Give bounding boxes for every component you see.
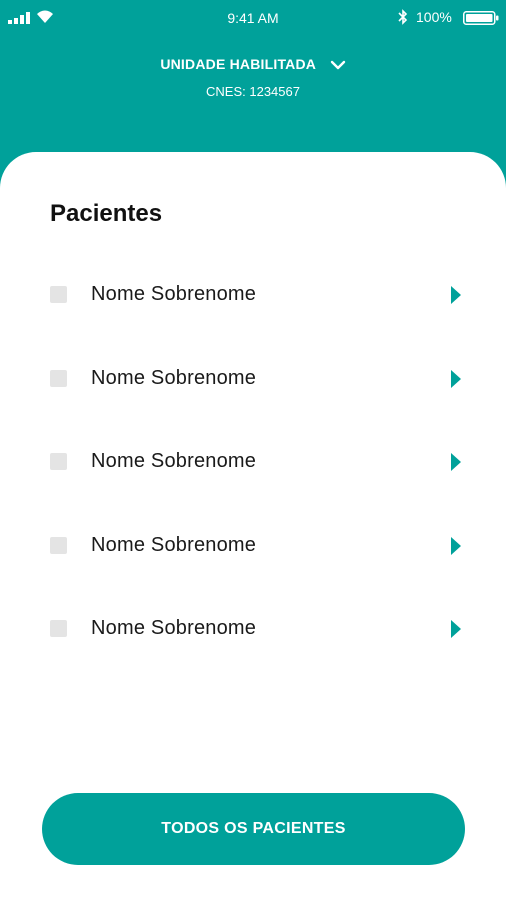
- patient-checkbox[interactable]: [50, 369, 67, 387]
- all-patients-button[interactable]: TODOS OS PACIENTES: [42, 793, 465, 865]
- patient-row[interactable]: Nome Sobrenome: [0, 587, 506, 671]
- chevron-right-icon[interactable]: [451, 369, 461, 388]
- unit-selector[interactable]: UNIDADE HABILITADA: [0, 56, 506, 72]
- patient-checkbox[interactable]: [50, 286, 67, 303]
- battery-percent: 100%: [416, 9, 452, 25]
- battery-icon: [463, 11, 499, 25]
- patient-row[interactable]: Nome Sobrenome: [0, 337, 506, 421]
- patient-name: Nome Sobrenome: [91, 450, 257, 473]
- patient-name: Nome Sobrenome: [91, 283, 257, 305]
- chevron-right-icon[interactable]: [451, 536, 461, 555]
- patient-name: Nome Sobrenome: [91, 366, 257, 389]
- patient-checkbox[interactable]: [50, 453, 67, 471]
- patient-checkbox[interactable]: [50, 536, 67, 554]
- patient-name: Nome Sobrenome: [91, 617, 257, 640]
- cnes-code: CNES: 1234567: [206, 84, 300, 99]
- patient-checkbox[interactable]: [50, 620, 67, 638]
- patient-name: Nome Sobrenome: [91, 533, 257, 556]
- patient-row[interactable]: Nome Sobrenome: [0, 420, 506, 504]
- page-title: Pacientes: [50, 200, 163, 227]
- chevron-right-icon[interactable]: [451, 620, 461, 639]
- chevron-down-icon: [330, 61, 345, 70]
- bluetooth-icon: [398, 9, 408, 25]
- chevron-right-icon[interactable]: [451, 453, 461, 472]
- chevron-right-icon[interactable]: [451, 286, 461, 304]
- patient-list: Nome Sobrenome Nome Sobrenome Nome Sobre…: [0, 253, 506, 671]
- status-bar: 9:41 AM 100%: [0, 0, 506, 38]
- patient-row[interactable]: Nome Sobrenome: [0, 504, 506, 588]
- unit-label: UNIDADE HABILITADA: [160, 56, 316, 72]
- patient-row[interactable]: Nome Sobrenome: [0, 253, 506, 337]
- patients-card: Pacientes Nome Sobrenome Nome Sobrenome …: [0, 152, 506, 900]
